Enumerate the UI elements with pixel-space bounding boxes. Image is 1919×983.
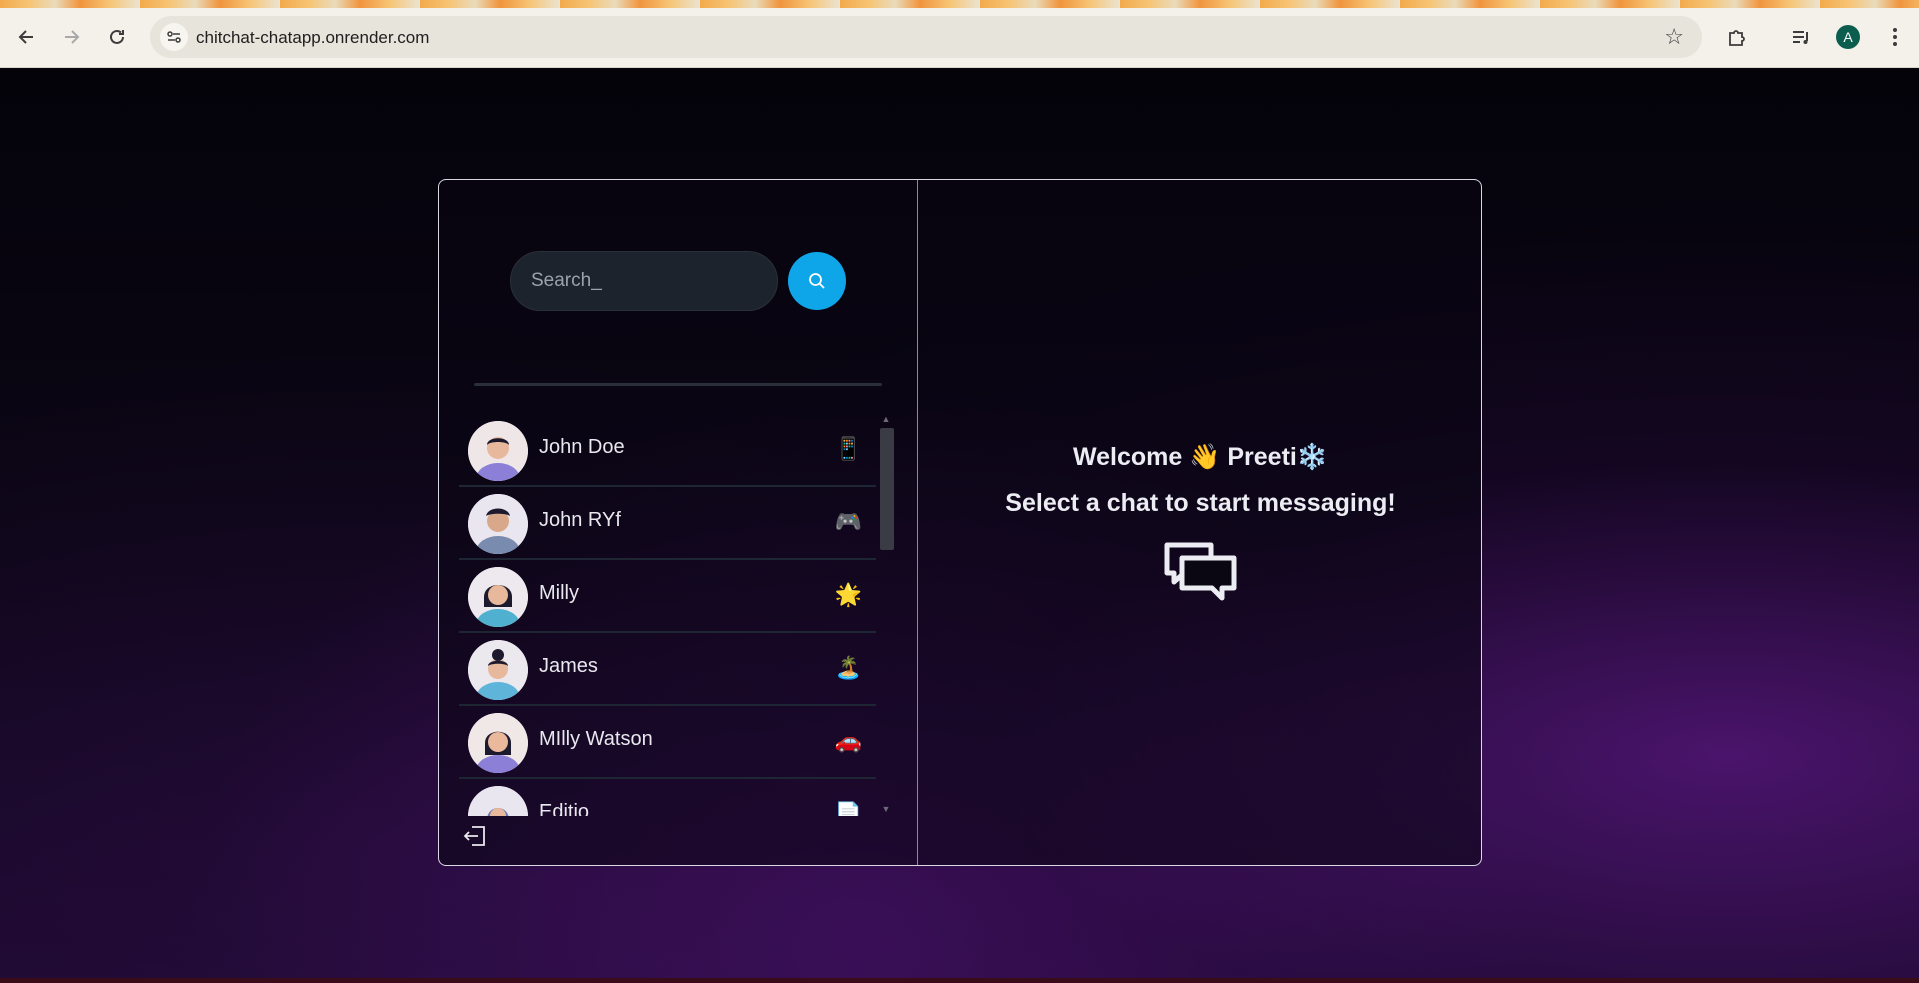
reload-button[interactable] xyxy=(102,22,132,52)
avatar xyxy=(468,494,528,554)
scroll-up-arrow-icon[interactable]: ▲ xyxy=(878,414,894,426)
conversation-item-john-ryf[interactable]: John RYf 🎮 xyxy=(459,487,876,560)
wave-emoji: 👋 xyxy=(1189,443,1221,471)
browser-theme-decoration xyxy=(0,0,1919,8)
conversation-item-editio[interactable]: Editio 📄 xyxy=(459,779,876,816)
contact-name: Milly xyxy=(539,582,579,604)
url-text[interactable]: chitchat-chatapp.onrender.com xyxy=(196,28,429,48)
logout-icon xyxy=(463,826,485,846)
avatar xyxy=(468,640,528,700)
conversation-item-john-doe[interactable]: John Doe 📱 xyxy=(459,414,876,487)
forward-button[interactable] xyxy=(56,22,86,52)
avatar xyxy=(468,713,528,773)
address-bar[interactable]: chitchat-chatapp.onrender.com ☆ xyxy=(150,16,1702,58)
avatar xyxy=(468,567,528,627)
site-info-button[interactable] xyxy=(160,23,188,51)
contact-emoji: 📱 xyxy=(834,436,862,461)
logout-button[interactable] xyxy=(459,821,491,851)
conversation-item-milly[interactable]: Milly 🌟 xyxy=(459,560,876,633)
back-button[interactable] xyxy=(12,22,42,52)
contact-name: James xyxy=(539,655,598,677)
search-button[interactable] xyxy=(788,252,846,310)
conversation-list[interactable]: John Doe 📱 John RYf 🎮 Milly 🌟 James 🏝️ M… xyxy=(459,414,876,816)
welcome-text: Welcome xyxy=(1073,443,1183,471)
chat-app-window: John Doe 📱 John RYf 🎮 Milly 🌟 xyxy=(438,179,1482,866)
contact-emoji: 🚗 xyxy=(834,728,862,753)
contact-name: John RYf xyxy=(539,509,621,531)
page-bottom-edge xyxy=(0,978,1919,983)
conversation-item-james[interactable]: James 🏝️ xyxy=(459,633,876,706)
puzzle-icon xyxy=(1729,30,1745,46)
snow-emoji: ❄️ xyxy=(1296,443,1328,471)
contact-emoji: 📄 xyxy=(834,801,862,816)
contact-name: John Doe xyxy=(539,436,625,458)
select-chat-prompt: Select a chat to start messaging! xyxy=(1005,489,1396,517)
conversation-scrollbar[interactable]: ▲ ▼ xyxy=(878,414,894,816)
welcome-heading: Welcome 👋 Preeti❄️ xyxy=(919,443,1481,472)
contact-name: MIlly Watson xyxy=(539,728,653,750)
arrow-right-icon xyxy=(65,30,80,44)
avatar xyxy=(468,421,528,481)
profile-avatar[interactable]: A xyxy=(1836,25,1860,49)
tune-icon xyxy=(167,31,181,43)
conversation-item-milly-watson[interactable]: MIlly Watson 🚗 xyxy=(459,706,876,779)
search-input[interactable] xyxy=(510,251,778,311)
chat-main-panel: Welcome 👋 Preeti❄️ Select a chat to star… xyxy=(919,180,1481,865)
contact-emoji: 🎮 xyxy=(834,509,862,534)
avatar xyxy=(468,786,528,816)
contact-emoji: 🌟 xyxy=(834,582,862,607)
scroll-thumb[interactable] xyxy=(880,428,894,550)
contact-emoji: 🏝️ xyxy=(834,655,862,680)
extensions-button[interactable] xyxy=(1722,22,1752,52)
search-icon xyxy=(809,273,825,289)
username: Preeti xyxy=(1227,443,1297,471)
scroll-down-arrow-icon[interactable]: ▼ xyxy=(878,804,894,816)
media-controls-button[interactable] xyxy=(1786,22,1816,52)
contact-name: Editio xyxy=(539,801,590,816)
browser-toolbar: chitchat-chatapp.onrender.com ☆ A xyxy=(0,0,1919,68)
playlist-icon xyxy=(1793,31,1808,44)
browser-menu-button[interactable] xyxy=(1880,22,1910,52)
arrow-left-icon xyxy=(18,30,33,44)
reload-icon xyxy=(110,29,124,44)
bookmark-star-icon[interactable]: ☆ xyxy=(1664,24,1684,50)
sidebar: John Doe 📱 John RYf 🎮 Milly 🌟 xyxy=(439,180,918,865)
chat-bubbles-icon xyxy=(1162,540,1240,609)
kebab-menu-icon xyxy=(1893,28,1897,46)
sidebar-divider xyxy=(474,383,882,386)
